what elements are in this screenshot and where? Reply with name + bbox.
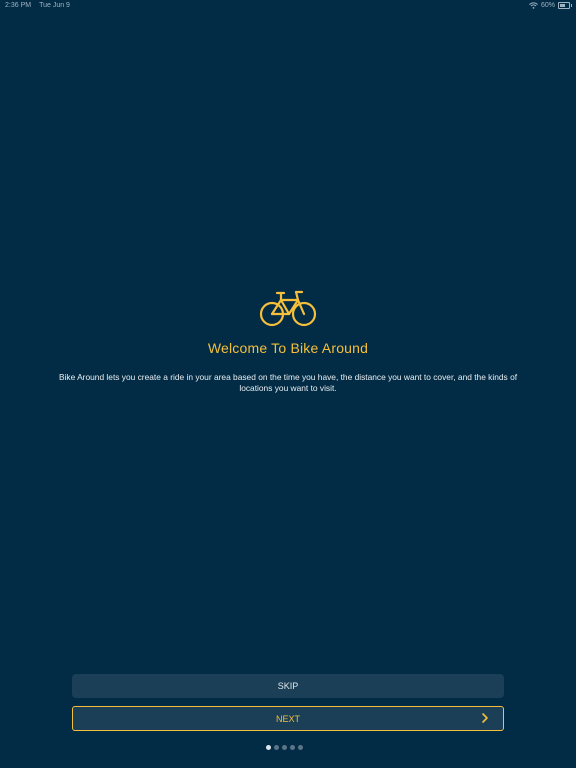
welcome-title: Welcome To Bike Around <box>207 340 369 356</box>
status-right: 60% <box>529 2 572 9</box>
page-dot[interactable] <box>290 745 295 750</box>
page-dot[interactable] <box>266 745 271 750</box>
page-indicator <box>266 745 303 750</box>
next-button[interactable]: NEXT <box>72 706 504 731</box>
wifi-icon <box>529 2 538 9</box>
page-dot[interactable] <box>298 745 303 750</box>
page-dot[interactable] <box>282 745 287 750</box>
skip-button-label: SKIP <box>277 681 299 691</box>
chevron-right-icon <box>482 713 488 723</box>
welcome-description: Bike Around lets you create a ride in yo… <box>58 372 518 393</box>
bicycle-icon <box>259 290 317 327</box>
status-left: 2:36 PM Tue Jun 9 <box>5 2 70 9</box>
battery-icon <box>558 2 572 9</box>
page-dot[interactable] <box>274 745 279 750</box>
status-bar: 2:36 PM Tue Jun 9 60% <box>0 0 576 12</box>
battery-percent: 60% <box>540 2 555 9</box>
next-button-label: NEXT <box>275 713 300 724</box>
status-date: Tue Jun 9 <box>39 2 70 9</box>
skip-button[interactable]: SKIP <box>72 674 504 698</box>
onboarding-hero: Welcome To Bike Around Bike Around lets … <box>0 288 576 394</box>
status-time: 2:36 PM <box>5 2 32 9</box>
